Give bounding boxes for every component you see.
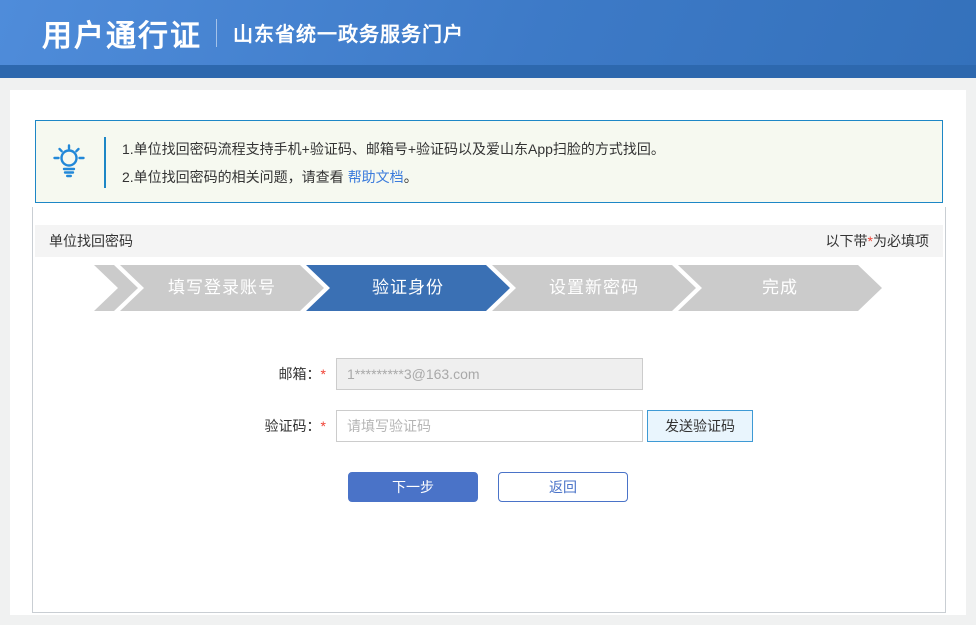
- email-label: 邮箱：*: [278, 366, 326, 382]
- page-header: 用户通行证 山东省统一政务服务门户: [0, 0, 976, 78]
- lightbulb-icon: [50, 143, 88, 181]
- recover-password-panel: 单位找回密码 以下带*为必填项 填写登录账号验证身份设置新密码完成 邮箱：* 验…: [32, 207, 946, 613]
- send-code-button[interactable]: 发送验证码: [647, 410, 753, 442]
- page-title: 用户通行证: [42, 19, 202, 53]
- captcha-required-asterisk: *: [320, 418, 326, 434]
- content-card: 1.单位找回密码流程支持手机+验证码、邮箱号+验证码以及爱山东App扫脸的方式找…: [10, 90, 966, 615]
- captcha-label: 验证码：*: [264, 418, 326, 434]
- page-subtitle: 山东省统一政务服务门户: [233, 24, 464, 46]
- notice-line-1: 1.单位找回密码流程支持手机+验证码、邮箱号+验证码以及爱山东App扫脸的方式找…: [122, 141, 665, 157]
- email-required-asterisk: *: [320, 366, 326, 382]
- step-4-finish: 完成: [678, 265, 882, 311]
- step-3-set-new-password: 设置新密码: [492, 265, 696, 311]
- header-divider: [216, 18, 217, 47]
- step-wizard: 填写登录账号 验证身份 设置新密码 完成: [94, 265, 882, 311]
- back-button[interactable]: 返回: [498, 472, 628, 502]
- next-step-button[interactable]: 下一步: [348, 472, 478, 502]
- step-1-fill-account: 填写登录账号: [120, 265, 324, 311]
- header-brand: 用户通行证 山东省统一政务服务门户: [42, 0, 464, 65]
- help-doc-link[interactable]: 帮助文档: [348, 169, 404, 185]
- section-title: 单位找回密码: [49, 233, 133, 249]
- notice-box: 1.单位找回密码流程支持手机+验证码、邮箱号+验证码以及爱山东App扫脸的方式找…: [35, 120, 943, 203]
- notice-vertical-divider: [104, 137, 106, 188]
- notice-text: 1.单位找回密码流程支持手机+验证码、邮箱号+验证码以及爱山东App扫脸的方式找…: [122, 135, 665, 191]
- notice-line-2: 2.单位找回密码的相关问题，请查看 帮助文档。: [122, 169, 418, 185]
- step-2-verify-identity: 验证身份: [306, 265, 510, 311]
- required-note: 以下带*为必填项: [825, 233, 929, 249]
- section-header-bar: 单位找回密码 以下带*为必填项: [35, 225, 943, 257]
- email-field: [336, 358, 643, 390]
- captcha-input[interactable]: [336, 410, 643, 442]
